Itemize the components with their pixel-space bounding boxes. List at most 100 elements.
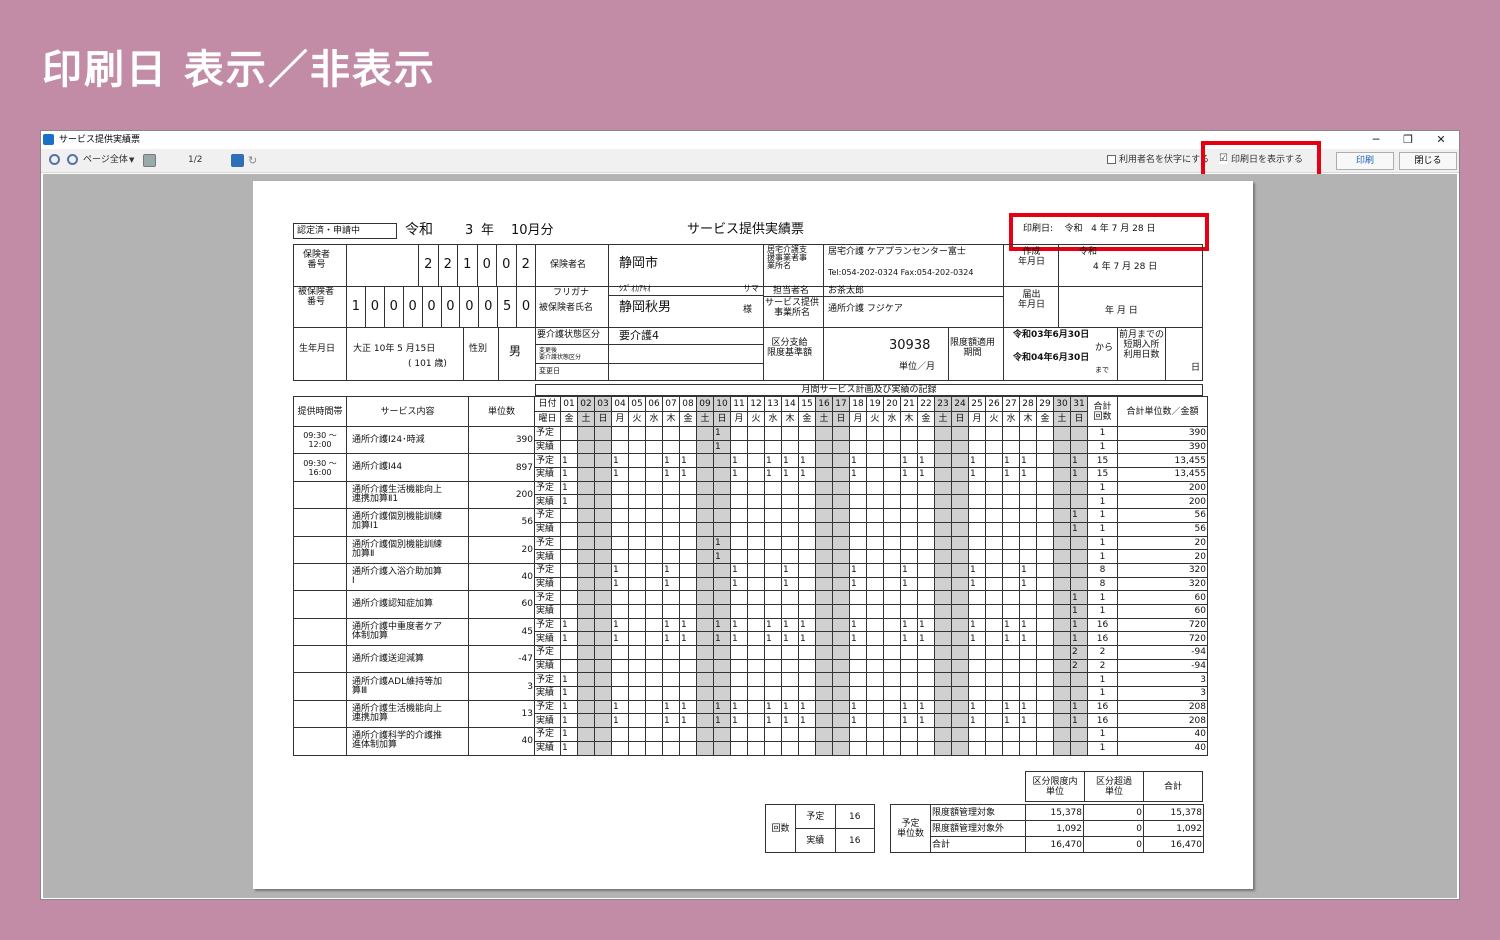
- day-mark: [747, 549, 765, 564]
- day-mark: [645, 439, 663, 455]
- page-headline: 印刷日 表示／非表示: [42, 47, 436, 93]
- day-mark: [934, 494, 952, 510]
- day-mark: [577, 645, 595, 660]
- mask-name-checkbox[interactable]: 利用者名を伏字にする: [1107, 153, 1209, 168]
- day-mark: [628, 727, 646, 742]
- service-time: [293, 727, 347, 756]
- day-mark: [934, 453, 952, 469]
- day-mark: [985, 672, 1003, 688]
- sex: 男: [509, 344, 522, 358]
- count-cell: 1: [1087, 727, 1118, 742]
- day-mark: [832, 467, 850, 482]
- save-icon[interactable]: [231, 154, 244, 167]
- day-mark: [594, 453, 612, 469]
- day-mark: [798, 562, 816, 578]
- day-mark: [951, 467, 969, 482]
- day-mark: [577, 426, 595, 441]
- service-time: [293, 590, 347, 619]
- day-mark: [577, 576, 595, 592]
- day-cell: 28: [1019, 396, 1037, 412]
- amount-cell: 13,455: [1117, 467, 1208, 482]
- day-mark: 1: [611, 699, 629, 715]
- day-mark: [832, 686, 850, 701]
- day-mark: [883, 549, 901, 564]
- day-mark: 1: [1070, 631, 1088, 646]
- chevron-down-icon[interactable]: ▼: [129, 153, 134, 168]
- provider: 通所介護 フジケア: [828, 304, 903, 314]
- day-mark: [679, 672, 697, 688]
- dow-cell: 土: [577, 411, 595, 427]
- day-cell: 12: [747, 396, 765, 412]
- service-units: 40: [468, 562, 535, 592]
- app-icon: [43, 134, 54, 145]
- close-button[interactable]: 閉じる: [1399, 152, 1457, 170]
- day-mark: [815, 576, 833, 592]
- close-window-button[interactable]: ✕: [1426, 131, 1456, 149]
- day-mark: [679, 576, 697, 592]
- day-mark: [934, 617, 952, 633]
- restore-button[interactable]: ❐: [1393, 131, 1423, 149]
- minimize-button[interactable]: ─: [1361, 131, 1391, 149]
- day-mark: [985, 439, 1003, 455]
- day-mark: [883, 439, 901, 455]
- day-mark: [611, 494, 629, 510]
- day-mark: [883, 590, 901, 605]
- kana: ｼｽﾞｵｶｱｷｵ: [619, 284, 651, 293]
- service-name: 通所介護Ⅰ44: [346, 453, 469, 482]
- day-mark: [662, 672, 680, 688]
- day-mark: [985, 426, 1003, 441]
- digit-cell: 0: [364, 286, 384, 327]
- zoom-in-icon[interactable]: [49, 154, 60, 165]
- zoom-select[interactable]: ページ全体: [83, 153, 128, 168]
- day-mark: 1: [849, 699, 867, 715]
- digit-cell: 0: [402, 286, 422, 327]
- day-mark: [747, 713, 765, 729]
- day-mark: [849, 645, 867, 660]
- count-cell: 1: [1087, 426, 1118, 441]
- day-mark: [611, 658, 629, 674]
- table-row: 通所介護個別機能訓練 加算Ⅰ1 56 予定 1 1 56: [293, 508, 1208, 537]
- day-mark: [696, 603, 714, 619]
- day-mark: [815, 439, 833, 455]
- day-mark: [798, 672, 816, 688]
- day-mark: [747, 439, 765, 455]
- day-mark: [883, 686, 901, 701]
- day-mark: 1: [730, 713, 748, 729]
- day-mark: [866, 617, 884, 633]
- day-mark: [900, 686, 918, 701]
- prev-page-icon[interactable]: [143, 154, 156, 167]
- day-mark: [560, 645, 578, 660]
- plan-label: 予定: [534, 699, 561, 715]
- day-mark: [849, 740, 867, 756]
- day-mark: 1: [611, 617, 629, 633]
- print-button[interactable]: 印刷: [1336, 152, 1394, 170]
- day-mark: [696, 645, 714, 660]
- service-units: 897: [468, 453, 535, 482]
- day-mark: [1053, 439, 1071, 455]
- day-mark: [594, 590, 612, 605]
- day-mark: [883, 617, 901, 633]
- day-mark: [628, 508, 646, 523]
- day-mark: [747, 521, 765, 537]
- day-mark: [866, 521, 884, 537]
- zoom-out-icon[interactable]: [67, 154, 78, 165]
- day-mark: [679, 480, 697, 496]
- day-mark: [679, 562, 697, 578]
- day-mark: [645, 426, 663, 441]
- day-mark: [1019, 439, 1037, 455]
- service-name: 通所介護個別機能訓練 加算Ⅱ: [346, 535, 469, 564]
- day-mark: [560, 549, 578, 564]
- day-mark: 1: [798, 453, 816, 469]
- summary-label: 限度額管理対象: [930, 804, 1026, 821]
- day-mark: [611, 603, 629, 619]
- day-mark: [917, 590, 935, 605]
- summary-row: 合計 16,470 0 16,470: [891, 836, 1204, 853]
- day-mark: [1036, 603, 1054, 619]
- day-mark: [611, 549, 629, 564]
- day-mark: 1: [1002, 617, 1020, 633]
- refresh-icon[interactable]: ↻: [248, 153, 257, 168]
- day-mark: [628, 426, 646, 441]
- day-mark: [798, 590, 816, 605]
- day-mark: [798, 686, 816, 701]
- day-mark: 1: [968, 713, 986, 729]
